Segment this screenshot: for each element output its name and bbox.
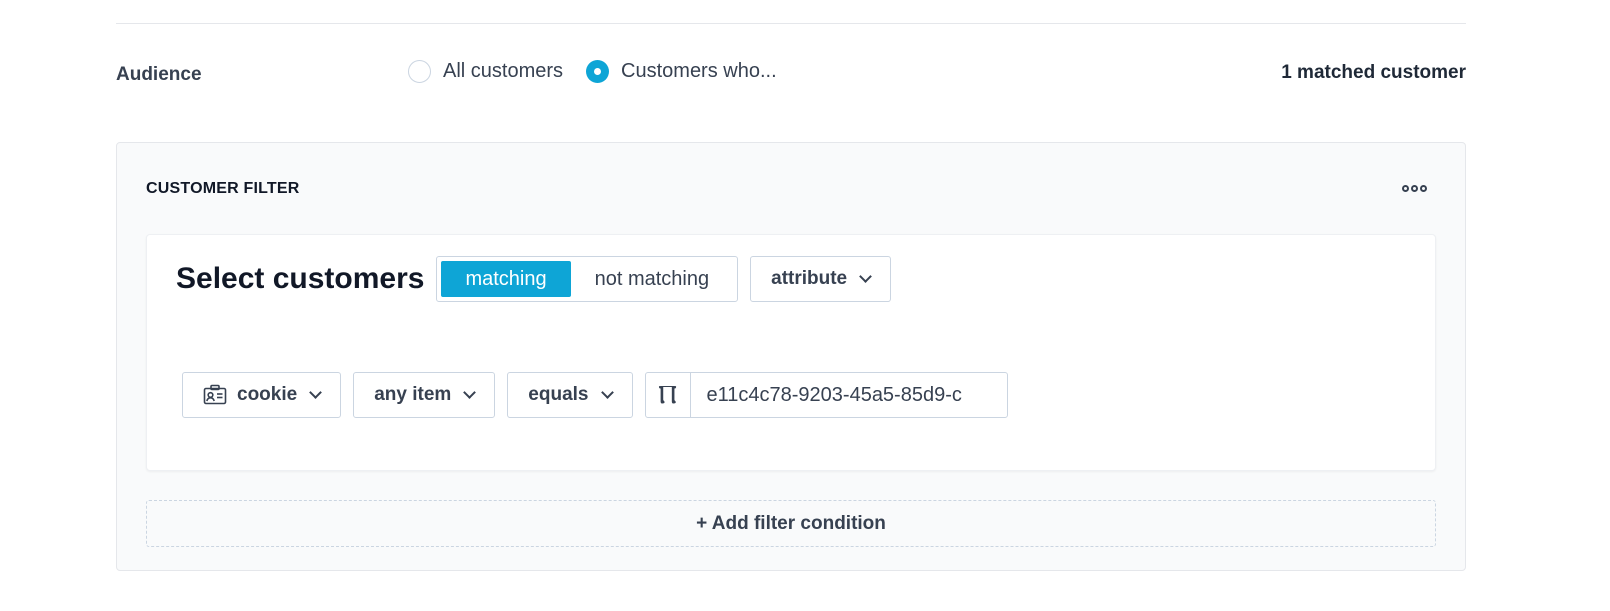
value-field: Ⲡ [644,372,1008,418]
card-header: Select customers matching not matching a… [176,256,892,302]
operator-dropdown[interactable]: equals [507,372,633,418]
radio-label: Customers who... [621,60,777,82]
attribute-label: cookie [237,384,298,405]
more-options-icon[interactable] [1402,185,1427,192]
scope-label: any item [374,384,452,405]
attribute-dropdown[interactable]: cookie [182,372,342,418]
condition-type-label: attribute [771,268,848,289]
text-type-icon[interactable]: Ⲡ [646,373,691,417]
chevron-down-icon [463,386,477,399]
matched-count: 1 matched customer [1281,62,1466,83]
radio-checked-icon[interactable] [586,60,610,83]
contact-card-icon [203,384,227,406]
top-divider [116,23,1466,24]
audience-radio-group: All customers Customers who... [408,60,800,83]
value-input[interactable] [690,373,1007,417]
radio-label: All customers [443,60,564,82]
radio-all-customers[interactable]: All customers [408,60,563,83]
add-filter-condition-button[interactable]: + Add filter condition [146,500,1436,547]
chevron-down-icon [309,386,323,399]
operator-label: equals [528,384,589,405]
select-customers-heading: Select customers [176,262,425,295]
chevron-down-icon [859,270,872,283]
audience-label: Audience [116,64,202,85]
filter-card: Select customers matching not matching a… [146,234,1436,471]
scope-dropdown[interactable]: any item [353,372,496,418]
condition-row: cookie any item equals Ⲡ [182,372,1008,418]
match-toggle: matching not matching [436,256,739,302]
radio-customers-who[interactable]: Customers who... [586,60,777,83]
panel-title: CUSTOMER FILTER [146,180,300,197]
toggle-matching[interactable]: matching [441,261,571,297]
condition-type-dropdown[interactable]: attribute [750,256,892,302]
customer-filter-panel: CUSTOMER FILTER Select customers matchin… [116,142,1466,571]
chevron-down-icon [600,386,614,399]
toggle-not-matching[interactable]: not matching [571,261,734,297]
audience-row: Audience All customers Customers who... … [116,56,1466,90]
radio-circle-icon[interactable] [408,60,431,83]
